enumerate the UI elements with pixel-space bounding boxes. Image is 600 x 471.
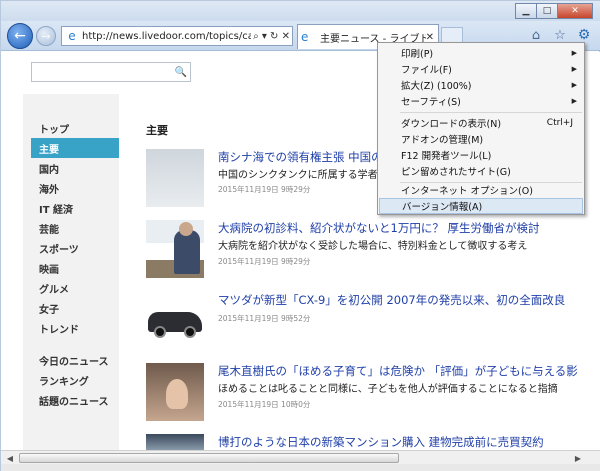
article-thumbnail[interactable]	[146, 434, 204, 450]
sidebar-item-domestic[interactable]: 国内	[31, 158, 119, 178]
forward-button[interactable]: →	[36, 26, 56, 46]
menu-item-label: アドオンの管理(M)	[401, 135, 484, 146]
horizontal-scrollbar[interactable]: ◀ ▶	[1, 450, 600, 464]
menu-item-f12-devtools[interactable]: F12 開発者ツール(L)	[379, 147, 583, 163]
article-date: 2015年11月19日 9時29分	[218, 185, 311, 194]
sidebar-item-movies[interactable]: 映画	[31, 258, 119, 278]
menu-item-print[interactable]: 印刷(P) ▶	[379, 45, 583, 61]
article-summary: ほめることは叱ることと同様に、子どもを他人が評価することになると指摘	[218, 384, 558, 395]
sidebar-item-overseas[interactable]: 海外	[31, 178, 119, 198]
article-date: 2015年11月19日 9時52分	[218, 314, 311, 323]
menu-separator	[400, 112, 582, 113]
menu-item-label: F12 開発者ツール(L)	[401, 151, 492, 162]
article-item[interactable]: 尾木直樹氏の「ほめる子育て」は危険か 「評価」が子どもに与える影 ほめることは叱…	[146, 363, 600, 423]
menu-item-pinned-sites[interactable]: ピン留めされたサイト(G)	[379, 163, 583, 179]
article-date: 2015年11月19日 10時0分	[218, 400, 311, 409]
article-item[interactable]: 博打のような日本の新築マンション購入 建物完成前に売買契約	[146, 434, 600, 450]
sidebar-item-main[interactable]: 主要	[31, 138, 119, 158]
menu-item-label: 印刷(P)	[401, 49, 434, 60]
title-bar: ▁ □ ✕	[1, 1, 600, 21]
menu-item-label: ダウンロードの表示(N)	[401, 119, 502, 130]
menu-item-safety[interactable]: セーフティ(S) ▶	[379, 93, 583, 109]
menu-item-zoom[interactable]: 拡大(Z) (100%) ▶	[379, 77, 583, 93]
sidebar-item-entertainment[interactable]: 芸能	[31, 218, 119, 238]
sidebar-item-it-economy[interactable]: IT 経済	[31, 198, 119, 218]
menu-item-internet-options[interactable]: インターネット オプション(O)	[379, 182, 583, 198]
close-window-button[interactable]: ✕	[557, 3, 593, 19]
address-bar[interactable]: e http://news.livedoor.com/topics/catego…	[61, 26, 293, 46]
menu-item-file[interactable]: ファイル(F) ▶	[379, 61, 583, 77]
article-title[interactable]: 博打のような日本の新築マンション購入 建物完成前に売買契約	[218, 434, 544, 450]
article-thumbnail[interactable]	[146, 220, 204, 278]
submenu-arrow-icon: ▶	[571, 49, 577, 57]
tools-menu: 印刷(P) ▶ ファイル(F) ▶ 拡大(Z) (100%) ▶ セーフティ(S…	[377, 42, 585, 215]
address-url[interactable]: http://news.livedoor.com/topics/categor	[80, 31, 251, 42]
category-sidebar: トップ 主要 国内 海外 IT 経済 芸能 スポーツ 映画 グルメ 女子 トレン…	[23, 94, 119, 450]
sidebar-item-today-news[interactable]: 今日のニュース	[31, 350, 119, 370]
article-title[interactable]: マツダが新型「CX-9」を初公開 2007年の発売以来、初の全面改良	[218, 292, 565, 308]
menu-item-label: ファイル(F)	[401, 65, 452, 76]
article-summary: 中国のシンクタンクに所属する学者	[218, 170, 378, 181]
submenu-arrow-icon: ▶	[571, 81, 577, 89]
sidebar-item-gourmet[interactable]: グルメ	[31, 278, 119, 298]
article-thumbnail[interactable]	[146, 149, 204, 207]
sidebar-item-sports[interactable]: スポーツ	[31, 238, 119, 258]
menu-item-label: ピン留めされたサイト(G)	[401, 167, 511, 178]
minimize-button[interactable]: ▁	[515, 3, 537, 19]
menu-item-label: 拡大(Z) (100%)	[401, 81, 472, 92]
scrollbar-thumb[interactable]	[19, 453, 399, 463]
browser-window: ▁ □ ✕ ← → e http://news.livedoor.com/top…	[0, 0, 600, 471]
ie-favicon-icon: e	[301, 30, 309, 44]
menu-item-shortcut: Ctrl+J	[546, 118, 573, 128]
menu-item-view-downloads[interactable]: ダウンロードの表示(N) Ctrl+J	[379, 115, 583, 131]
ie-logo-icon: e	[68, 29, 76, 43]
article-date: 2015年11月19日 9時29分	[218, 257, 311, 266]
menu-item-about[interactable]: バージョン情報(A)	[379, 198, 583, 214]
sidebar-item-top[interactable]: トップ	[31, 118, 119, 138]
article-thumbnail[interactable]	[146, 292, 204, 350]
window-controls: ▁ □ ✕	[515, 3, 593, 19]
sidebar-item-hot-topics[interactable]: 話題のニュース	[31, 390, 119, 410]
section-title: 主要	[146, 124, 168, 137]
menu-item-label: インターネット オプション(O)	[401, 186, 533, 197]
scroll-right-icon[interactable]: ▶	[571, 452, 585, 464]
maximize-button[interactable]: □	[536, 3, 558, 19]
article-title[interactable]: 南シナ海での領有権主張 中国の	[218, 149, 383, 165]
sidebar-item-trend[interactable]: トレンド	[31, 318, 119, 338]
submenu-arrow-icon: ▶	[571, 97, 577, 105]
article-summary: 大病院を紹介状がなく受診した場合に、特別料金として徴収する考え	[218, 241, 528, 252]
address-controls-icon[interactable]: ⌕ ▾ ↻ ✕	[251, 31, 292, 42]
article-thumbnail[interactable]	[146, 363, 204, 421]
submenu-arrow-icon: ▶	[571, 65, 577, 73]
status-bar	[1, 464, 600, 471]
tab-close-icon[interactable]: ✕	[426, 32, 438, 43]
menu-item-label: セーフティ(S)	[401, 97, 461, 108]
article-title[interactable]: 大病院の初診料、紹介状がないと1万円に？ 厚生労働省が検討	[218, 220, 539, 236]
menu-item-manage-addons[interactable]: アドオンの管理(M)	[379, 131, 583, 147]
article-item[interactable]: マツダが新型「CX-9」を初公開 2007年の発売以来、初の全面改良 2015年…	[146, 292, 600, 352]
article-title[interactable]: 尾木直樹氏の「ほめる子育て」は危険か 「評価」が子どもに与える影	[218, 363, 578, 379]
menu-item-label: バージョン情報(A)	[402, 202, 483, 213]
back-button[interactable]: ←	[7, 23, 33, 49]
scroll-left-icon[interactable]: ◀	[3, 452, 17, 464]
sidebar-item-women[interactable]: 女子	[31, 298, 119, 318]
article-item[interactable]: 大病院の初診料、紹介状がないと1万円に？ 厚生労働省が検討 大病院を紹介状がなく…	[146, 220, 600, 280]
sidebar-item-ranking[interactable]: ランキング	[31, 370, 119, 390]
